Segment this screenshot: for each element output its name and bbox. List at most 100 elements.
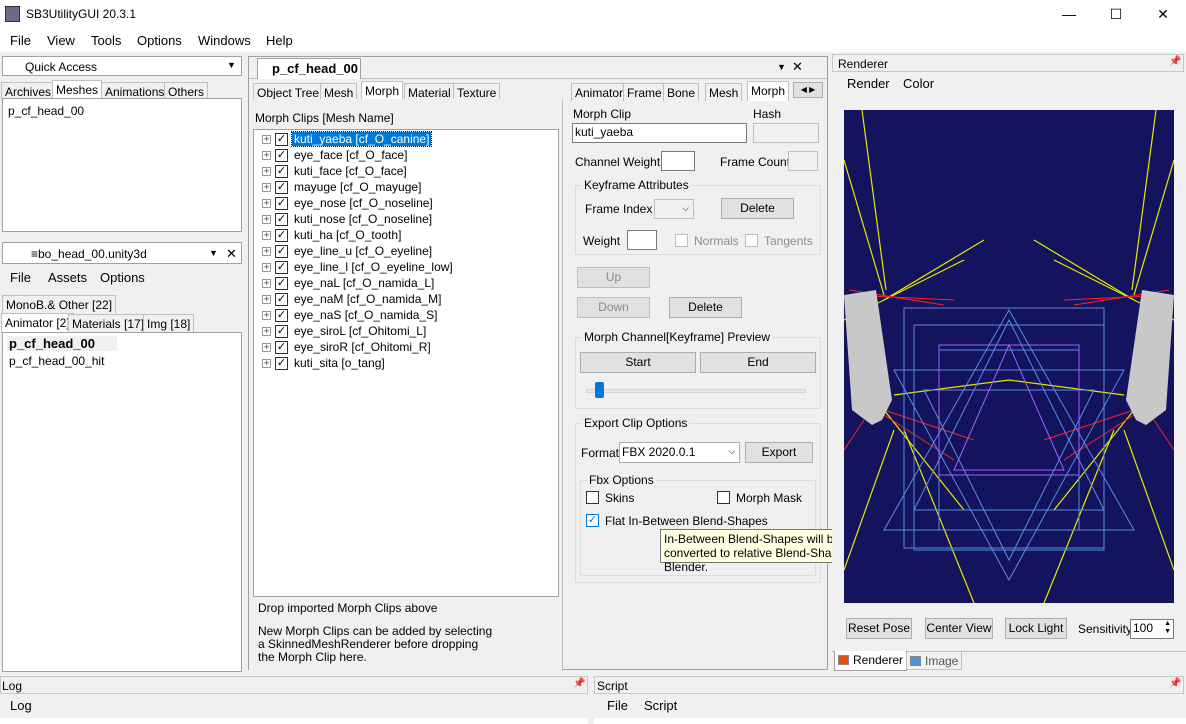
list-item[interactable]: p_cf_head_00 (7, 336, 117, 351)
tree-row[interactable]: + ✓ kuti_yaeba [cf_O_canine] (254, 131, 554, 148)
renderer-menu-color[interactable]: Color (903, 76, 934, 91)
tab-animator-r[interactable]: Animator (571, 83, 628, 101)
clip-label[interactable]: kuti_ha [cf_O_tooth] (292, 228, 403, 242)
morph-mask-checkbox[interactable] (717, 491, 730, 504)
expand-icon[interactable]: + (262, 215, 271, 224)
tab-image[interactable]: Image (906, 652, 963, 670)
clip-checkbox[interactable]: ✓ (275, 245, 288, 258)
tree-row[interactable]: + ✓ kuti_face [cf_O_face] (254, 164, 554, 180)
preview-slider-track[interactable] (586, 389, 806, 393)
clip-label[interactable]: eye_nose [cf_O_noseline] (292, 196, 435, 210)
tab-monob-other[interactable]: MonoB.& Other [22] (2, 295, 117, 313)
weight-input[interactable] (627, 230, 657, 250)
tree-row[interactable]: + ✓ eye_naM [cf_O_namida_M] (254, 292, 554, 308)
expand-icon[interactable]: + (262, 311, 271, 320)
clip-checkbox[interactable]: ✓ (275, 357, 288, 370)
clip-checkbox[interactable]: ✓ (275, 165, 288, 178)
close-button[interactable]: ✕ (1148, 4, 1178, 24)
clip-label[interactable]: kuti_yaeba [cf_O_canine] (290, 131, 433, 147)
tree-row[interactable]: + ✓ eye_line_l [cf_O_eyeline_low] (254, 260, 554, 276)
morph-clip-input[interactable]: kuti_yaeba (572, 123, 747, 143)
clip-checkbox[interactable]: ✓ (275, 325, 288, 338)
expand-icon[interactable]: + (262, 279, 271, 288)
delete-keyframe-button[interactable]: Delete (721, 198, 794, 219)
clip-checkbox[interactable]: ✓ (275, 181, 288, 194)
clip-label[interactable]: kuti_sita [o_tang] (292, 356, 387, 370)
clip-label[interactable]: eye_line_u [cf_O_eyeline] (292, 244, 434, 258)
tab-bone[interactable]: Bone (663, 83, 700, 101)
tree-row[interactable]: + ✓ mayuge [cf_O_mayuge] (254, 180, 554, 196)
expand-icon[interactable]: + (262, 247, 271, 256)
reset-pose-button[interactable]: Reset Pose (846, 618, 912, 639)
tab-mesh-r[interactable]: Mesh (705, 83, 743, 101)
clip-label[interactable]: kuti_face [cf_O_face] (292, 164, 409, 178)
clip-label[interactable]: eye_line_l [cf_O_eyeline_low] (292, 260, 455, 274)
tree-row[interactable]: + ✓ eye_naL [cf_O_namida_L] (254, 276, 554, 292)
menu-tools[interactable]: Tools (91, 33, 121, 48)
tree-row[interactable]: + ✓ eye_nose [cf_O_noseline] (254, 196, 554, 212)
down-button[interactable]: Down (577, 297, 650, 318)
tree-row[interactable]: + ✓ eye_siroL [cf_Ohitomi_L] (254, 324, 554, 340)
end-button[interactable]: End (700, 352, 816, 373)
expand-icon[interactable]: + (262, 199, 271, 208)
sensitivity-spinner[interactable]: 100 ▲ ▼ (1130, 619, 1174, 639)
renderer-menu-render[interactable]: Render (847, 76, 890, 91)
clip-checkbox[interactable]: ✓ (275, 197, 288, 210)
log-output[interactable] (0, 718, 588, 724)
tab-frame[interactable]: Frame (623, 83, 666, 101)
center-view-button[interactable]: Center View (925, 618, 993, 639)
unity-dropdown-icon[interactable]: ▼ (209, 248, 218, 258)
list-item[interactable]: p_cf_head_00 (8, 104, 84, 118)
tree-row[interactable]: + ✓ eye_naS [cf_O_namida_S] (254, 308, 554, 324)
expand-icon[interactable]: + (262, 167, 271, 176)
clip-checkbox[interactable]: ✓ (275, 341, 288, 354)
menu-file[interactable]: File (10, 33, 31, 48)
script-output[interactable] (594, 718, 1186, 724)
tab-morph[interactable]: Morph (361, 81, 404, 101)
tab-meshes[interactable]: Meshes (52, 80, 103, 100)
menu-options[interactable]: Options (137, 33, 182, 48)
clip-label[interactable]: eye_naS [cf_O_namida_S] (292, 308, 439, 322)
delete-clip-button[interactable]: Delete (669, 297, 742, 318)
menu-view[interactable]: View (47, 33, 75, 48)
tree-row[interactable]: + ✓ eye_line_u [cf_O_eyeline] (254, 244, 554, 260)
lock-light-button[interactable]: Lock Light (1005, 618, 1067, 639)
clip-checkbox[interactable]: ✓ (275, 309, 288, 322)
clip-checkbox[interactable]: ✓ (275, 229, 288, 242)
start-button[interactable]: Start (580, 352, 696, 373)
editor-close-icon[interactable]: ✕ (792, 59, 803, 75)
clip-checkbox[interactable]: ✓ (275, 213, 288, 226)
renderer-pin-icon[interactable]: 📌 (1169, 56, 1181, 67)
tree-row[interactable]: + ✓ eye_face [cf_O_face] (254, 148, 554, 164)
tree-row[interactable]: + ✓ kuti_sita [o_tang] (254, 356, 554, 372)
clip-checkbox[interactable]: ✓ (275, 261, 288, 274)
flat-blend-shapes-checkbox[interactable]: ✓ (586, 514, 599, 527)
up-button[interactable]: Up (577, 267, 650, 288)
maximize-button[interactable]: ☐ (1101, 4, 1131, 24)
clip-label[interactable]: eye_naM [cf_O_namida_M] (292, 292, 443, 306)
format-select[interactable]: FBX 2020.0.1 ⌵ (619, 442, 740, 463)
tab-materials[interactable]: Materials [17] (68, 314, 149, 332)
editor-dropdown-icon[interactable]: ▼ (777, 62, 786, 72)
expand-icon[interactable]: + (262, 151, 271, 160)
normals-checkbox[interactable] (675, 234, 688, 247)
clip-label[interactable]: eye_siroR [cf_Ohitomi_R] (292, 340, 433, 354)
export-button[interactable]: Export (745, 442, 813, 463)
tab-morph-r[interactable]: Morph (747, 81, 790, 101)
skins-checkbox[interactable] (586, 491, 599, 504)
log-menu-log[interactable]: Log (10, 698, 32, 713)
clip-checkbox[interactable]: ✓ (275, 133, 288, 146)
clip-label[interactable]: eye_naL [cf_O_namida_L] (292, 276, 436, 290)
expand-icon[interactable]: + (262, 327, 271, 336)
clip-checkbox[interactable]: ✓ (275, 149, 288, 162)
tree-row[interactable]: + ✓ kuti_ha [cf_O_tooth] (254, 228, 554, 244)
log-pin-icon[interactable]: 📌 (573, 678, 585, 689)
tree-row[interactable]: + ✓ kuti_nose [cf_O_noseline] (254, 212, 554, 228)
unity-close-icon[interactable]: ✕ (226, 246, 237, 262)
tab-scroll-arrows[interactable]: ◀ ▶ (793, 82, 823, 98)
list-item[interactable]: p_cf_head_00_hit (9, 354, 104, 368)
3d-viewport[interactable] (844, 110, 1174, 603)
unity-menu-file[interactable]: File (10, 270, 31, 285)
menu-help[interactable]: Help (266, 33, 293, 48)
tab-img[interactable]: Img [18] (143, 314, 195, 332)
